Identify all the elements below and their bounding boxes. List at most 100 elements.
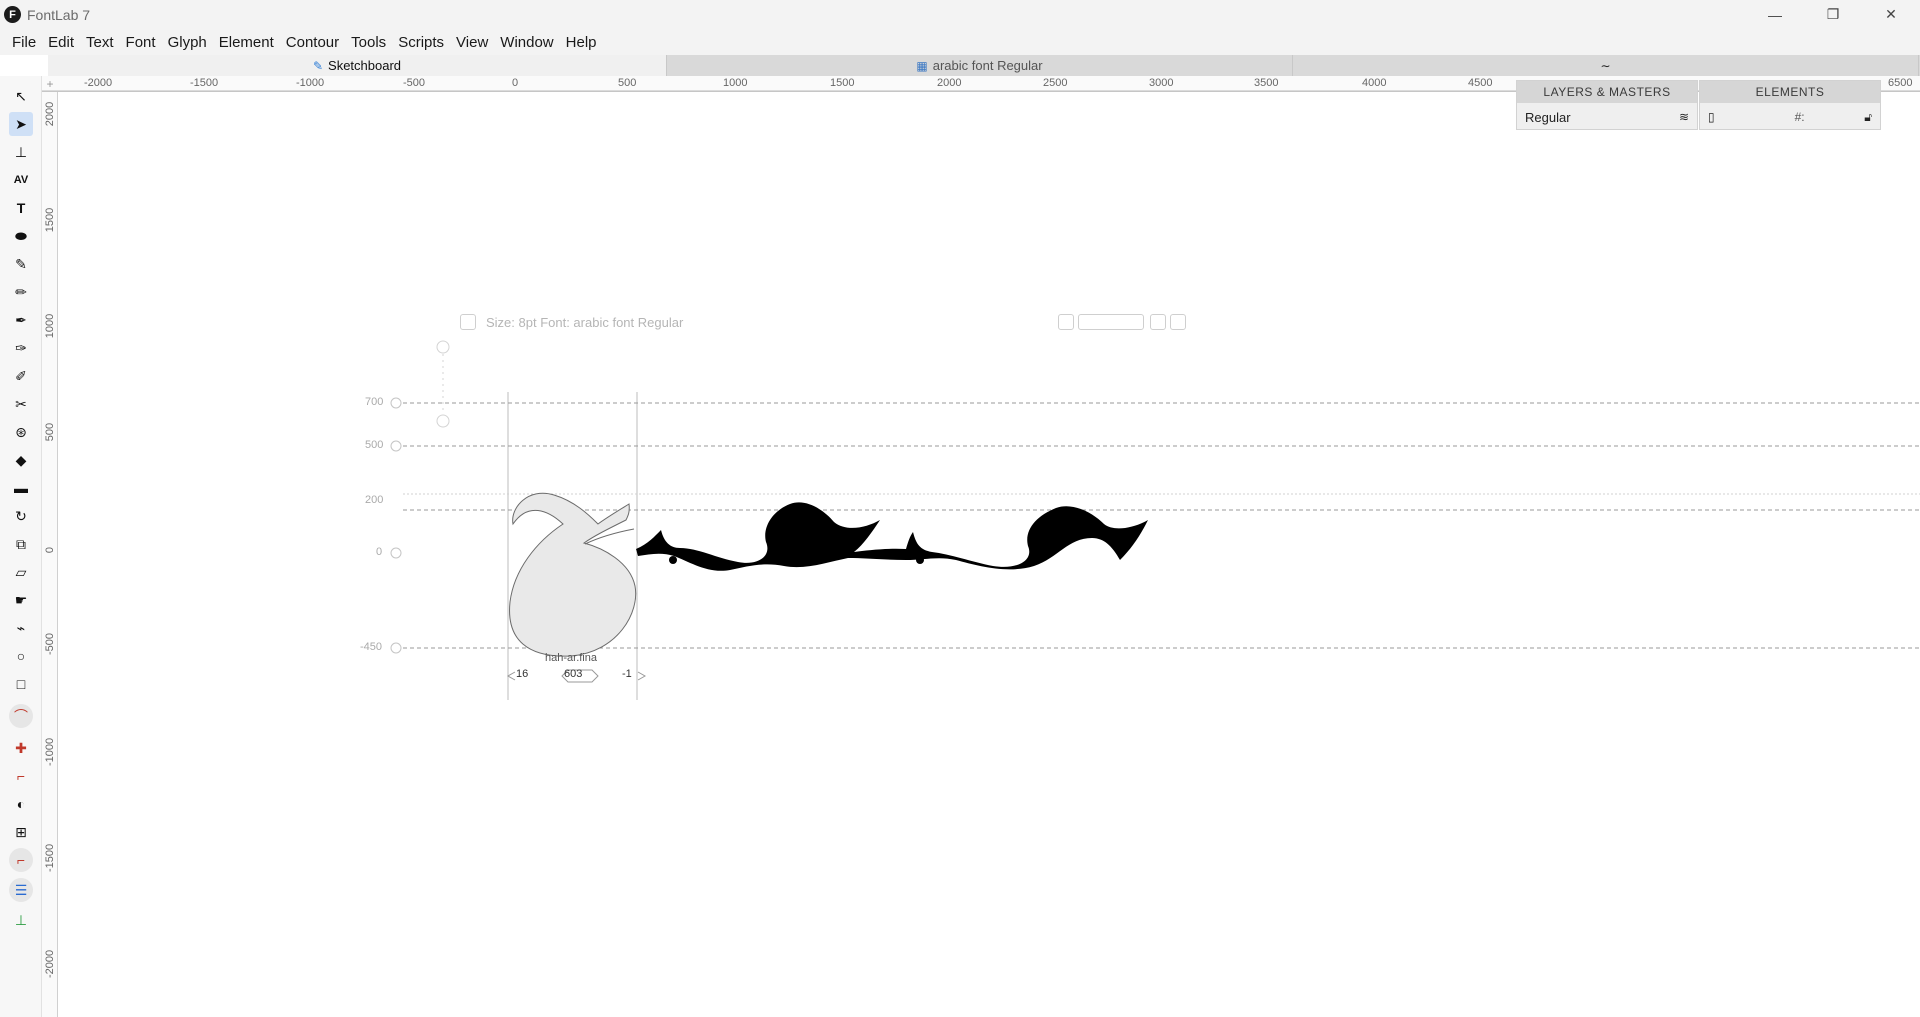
- fill-tool-icon[interactable]: ◆: [9, 448, 33, 472]
- ruler-top-label: 6500: [1888, 77, 1913, 89]
- ruler-left-label: 2000: [44, 101, 56, 127]
- tab-glyph-preview[interactable]: ∼: [1293, 55, 1919, 76]
- ruler-top-label: 3500: [1254, 77, 1279, 89]
- ruler-tool-icon[interactable]: ▬: [9, 476, 33, 500]
- ruler-top-label: -1500: [190, 77, 219, 89]
- menu-element[interactable]: Element: [213, 34, 280, 51]
- align-tool-icon[interactable]: ☰: [9, 878, 33, 902]
- ruler-corner[interactable]: +: [42, 76, 58, 92]
- pencil-tool-icon[interactable]: ✏: [9, 280, 33, 304]
- lock-icon[interactable]: 🔓︎: [1864, 110, 1872, 125]
- tab-label: arabic font Regular: [932, 58, 1043, 73]
- slant-tool-icon[interactable]: ▱: [9, 560, 33, 584]
- glyph-canvas[interactable]: Size: 8pt Font: arabic font Regular 700 …: [58, 92, 1920, 1017]
- scale-tool-icon[interactable]: ⧉: [9, 532, 33, 556]
- ruler-left-label: 1500: [44, 207, 56, 233]
- mini-toolbar-button[interactable]: [1058, 314, 1074, 330]
- menu-text[interactable]: Text: [80, 34, 120, 51]
- power-brush-icon[interactable]: ✐: [9, 364, 33, 388]
- metric-ascender-label: 700: [365, 396, 384, 408]
- fontlab-window: F FontLab 7 — ❐ ✕ File Edit Text Font Gl…: [0, 0, 1920, 1017]
- menu-glyph[interactable]: Glyph: [162, 34, 213, 51]
- tab-sketchboard[interactable]: ✎ Sketchboard: [48, 55, 667, 76]
- minimize-button[interactable]: —: [1746, 0, 1804, 29]
- ruler-left-label: -1500: [44, 843, 56, 872]
- app-logo-icon: F: [4, 6, 21, 23]
- element-tool-icon[interactable]: ➤: [9, 112, 33, 136]
- rectangle-tool-icon[interactable]: □: [9, 672, 33, 696]
- lsb-value[interactable]: 16: [516, 668, 528, 680]
- ruler-left-label: 0: [44, 546, 56, 554]
- advance-width-value[interactable]: 603: [564, 668, 582, 680]
- rotate-tool-icon[interactable]: ↻: [9, 504, 33, 528]
- menu-contour[interactable]: Contour: [280, 34, 345, 51]
- node-tool-icon[interactable]: ✚: [9, 736, 33, 760]
- layer-row-regular[interactable]: Regular ≋: [1517, 103, 1697, 131]
- metric-descender-label: -450: [360, 641, 383, 653]
- menu-tools[interactable]: Tools: [345, 34, 392, 51]
- pen-tool-icon[interactable]: ✒: [9, 308, 33, 332]
- ruler-top-label: 2000: [937, 77, 962, 89]
- spiral-tool-icon[interactable]: ⊛: [9, 420, 33, 444]
- metric-baseline-label: 0: [376, 546, 383, 558]
- grid-tool-icon[interactable]: ⊞: [9, 820, 33, 844]
- anchor-tool-icon[interactable]: ⊥: [9, 908, 33, 932]
- brush-tool-icon[interactable]: ✎: [9, 252, 33, 276]
- window-title: FontLab 7: [27, 6, 91, 23]
- text-tool-icon[interactable]: T: [9, 196, 33, 220]
- metrics-tool-icon[interactable]: ⊥: [9, 140, 33, 164]
- selected-glyph-outline: [509, 492, 637, 657]
- mini-toolbar-field[interactable]: [1078, 314, 1144, 330]
- mini-toolbar-button[interactable]: [1170, 314, 1186, 330]
- mini-toolbar-button[interactable]: [1150, 314, 1166, 330]
- grid-icon: ▦: [916, 58, 928, 73]
- kerning-tool-icon[interactable]: AV: [9, 168, 33, 192]
- ruler-top-label: -500: [403, 77, 426, 89]
- menu-view[interactable]: View: [450, 34, 494, 51]
- menu-help[interactable]: Help: [560, 34, 603, 51]
- ruler-left[interactable]: 2000 1500 1000 500 0 -500 -1000 -1500 -2…: [42, 92, 58, 1017]
- ruler-top-label: 500: [618, 77, 637, 89]
- canvas-info-line: Size: 8pt Font: arabic font Regular: [486, 315, 684, 330]
- ruler-left-label: -500: [44, 632, 56, 656]
- menu-window[interactable]: Window: [494, 34, 559, 51]
- panel-title: ELEMENTS: [1700, 81, 1880, 103]
- ellipse-tool-icon[interactable]: ○: [9, 644, 33, 668]
- document-tabs: ✎ Sketchboard ▦ arabic font Regular ∼: [48, 55, 1920, 76]
- glyph-name-label: hah-ar.fina: [545, 652, 597, 664]
- menu-scripts[interactable]: Scripts: [392, 34, 450, 51]
- knife-tool-icon[interactable]: ✂: [9, 392, 33, 416]
- eraser-tool-icon[interactable]: ⬬: [9, 224, 33, 248]
- rsb-value[interactable]: -1: [622, 668, 632, 680]
- ruler-top-label: 1000: [723, 77, 748, 89]
- hint-tool-icon[interactable]: ⌐: [9, 848, 33, 872]
- maximize-button[interactable]: ❐: [1804, 0, 1862, 29]
- elements-row: ▯ #: 🔓︎: [1700, 103, 1880, 131]
- tab-arabic-font-regular[interactable]: ▦ arabic font Regular: [667, 55, 1293, 76]
- corner-tool-icon[interactable]: ⌐: [9, 764, 33, 788]
- ruler-left-label: 1000: [44, 313, 56, 339]
- elements-panel: ELEMENTS ▯ #: 🔓︎: [1699, 80, 1881, 130]
- hand-tool-icon[interactable]: ☛: [9, 588, 33, 612]
- close-button[interactable]: ✕: [1862, 0, 1920, 29]
- menu-edit[interactable]: Edit: [42, 34, 80, 51]
- tools-toolbar: ↖ ➤ ⊥ AV T ⬬ ✎ ✏ ✒ ✑ ✐ ✂ ⊛ ◆ ▬ ↻ ⧉ ▱ ☛ ⌁…: [0, 76, 42, 1017]
- curve-toggle-icon[interactable]: ⌒: [9, 704, 33, 728]
- layer-name: Regular: [1525, 109, 1571, 125]
- rapid-tool-icon[interactable]: ✑: [9, 336, 33, 360]
- eyedropper-tool-icon[interactable]: ⌁: [9, 616, 33, 640]
- element-id-label: #:: [1794, 110, 1805, 124]
- ruler-top-label: 4500: [1468, 77, 1493, 89]
- contrast-tool-icon[interactable]: ◐: [9, 792, 33, 816]
- ruler-top-label: -2000: [84, 77, 113, 89]
- info-toggle-checkbox[interactable]: [460, 314, 476, 330]
- menu-bar: File Edit Text Font Glyph Element Contou…: [0, 29, 1920, 55]
- title-bar: F FontLab 7 — ❐ ✕: [0, 0, 1920, 29]
- menu-font[interactable]: Font: [120, 34, 162, 51]
- layers-stack-icon[interactable]: ≋: [1679, 110, 1689, 124]
- contour-tool-icon[interactable]: ↖: [9, 84, 33, 108]
- glyph-preview-icon: ∼: [1600, 58, 1611, 73]
- clipboard-icon[interactable]: ▯: [1708, 110, 1715, 124]
- window-controls: — ❐ ✕: [1746, 0, 1920, 29]
- menu-file[interactable]: File: [6, 34, 42, 51]
